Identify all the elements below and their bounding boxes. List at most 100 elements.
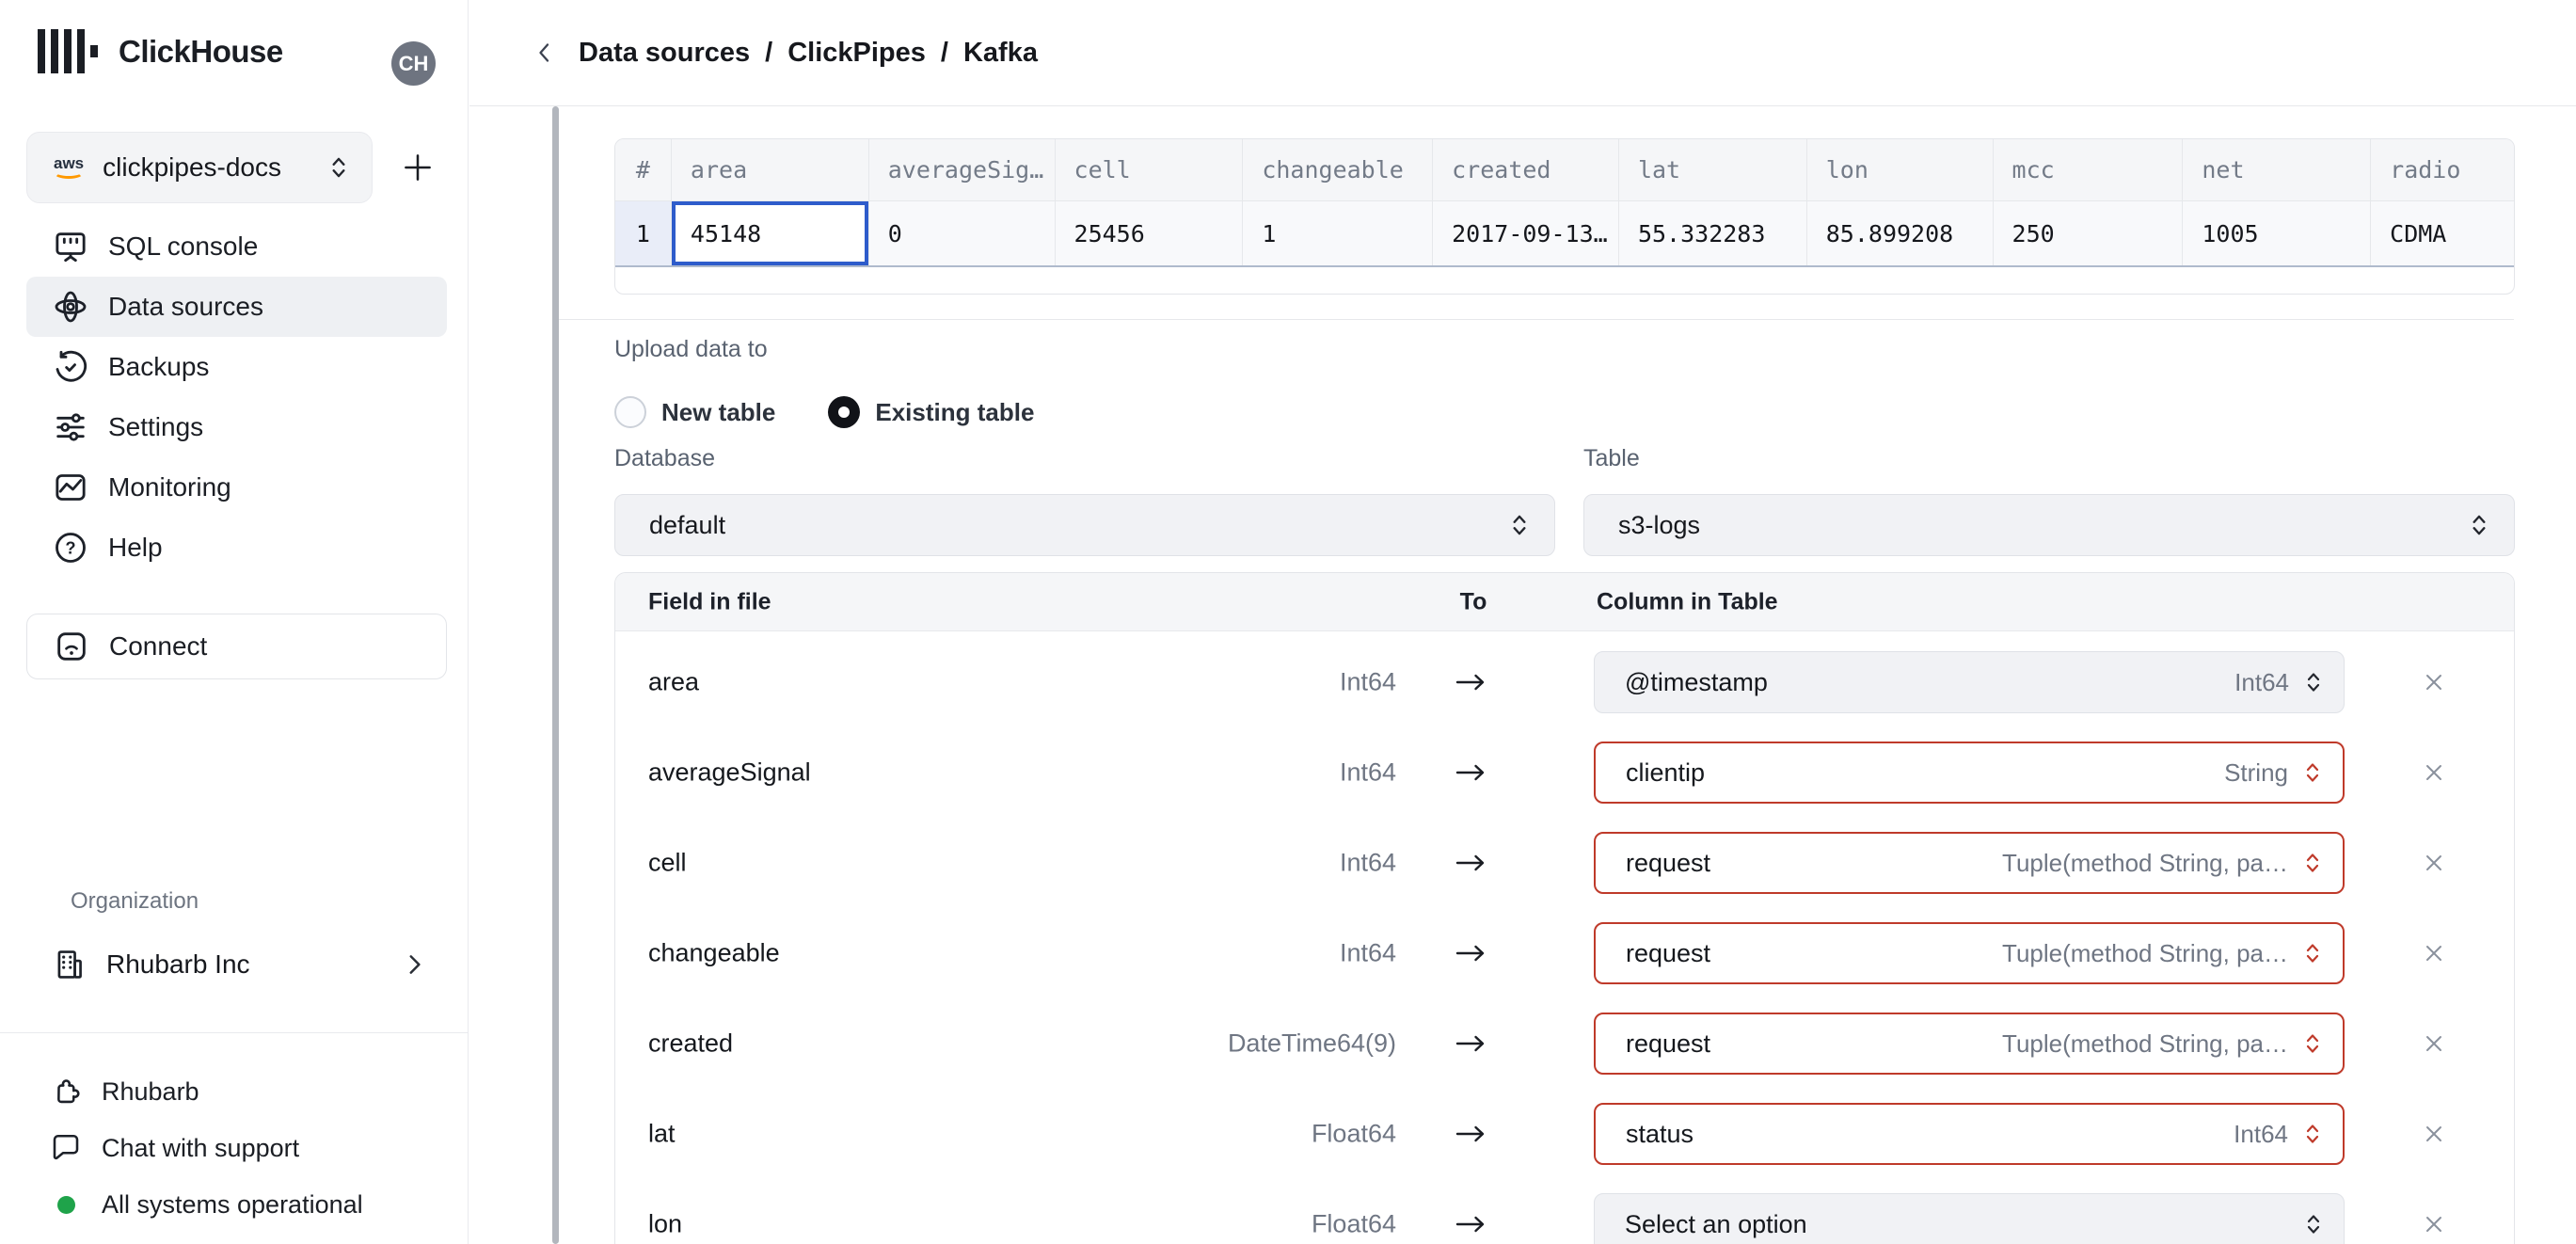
sidebar-item-sql-console[interactable]: SQL console — [26, 216, 447, 277]
chevron-updown-icon — [2304, 1211, 2323, 1237]
brand-name: ClickHouse — [119, 33, 283, 69]
sidebar-item-monitoring[interactable]: Monitoring — [26, 457, 447, 518]
back-button[interactable] — [524, 32, 565, 73]
remove-mapping-button[interactable] — [2410, 943, 2457, 964]
user-avatar[interactable]: CH — [391, 41, 436, 86]
chevron-right-icon — [409, 955, 421, 974]
arrow-right-icon — [1441, 1212, 1502, 1236]
svg-text:?: ? — [65, 538, 75, 558]
field-name: changeable — [648, 938, 780, 967]
mapping-row: cell Int64 request Tuple(method String, pa… — [615, 818, 2514, 908]
sidebar-item-integrations[interactable]: Rhubarb — [26, 1063, 447, 1120]
column-select[interactable]: request Tuple(method String, pa… — [1594, 922, 2345, 984]
remove-mapping-button[interactable] — [2410, 1214, 2457, 1235]
monitor-icon — [56, 232, 86, 263]
mapping-header-to: To — [1459, 588, 1487, 614]
upload-data-heading: Upload data to — [614, 336, 768, 362]
arrow-right-icon — [1441, 851, 1502, 875]
field-type: Float64 — [1311, 1119, 1396, 1148]
preview-cell[interactable]: 25456 — [1055, 201, 1244, 265]
column-select[interactable]: request Tuple(method String, pa… — [1594, 832, 2345, 894]
connect-label: Connect — [109, 631, 208, 661]
organization-selector[interactable]: Rhubarb Inc — [26, 934, 447, 995]
column-select[interactable]: @timestamp Int64 — [1594, 651, 2345, 713]
column-type: Tuple(method String, pa… — [2002, 848, 2288, 877]
chevron-updown-icon — [2303, 850, 2322, 876]
sidebar-item-system-status[interactable]: All systems operational — [26, 1176, 447, 1233]
sidebar-item-label: SQL console — [108, 231, 259, 261]
column-type: Int64 — [2234, 1119, 2288, 1148]
remove-mapping-button[interactable] — [2410, 1033, 2457, 1054]
preview-data-row: 1 45148 0 25456 1 2017-09-13… 55.332283 … — [615, 201, 2514, 267]
clickhouse-logo-icon — [38, 29, 98, 73]
intro-text-clipped: piece of information such as date, amoun… — [614, 106, 1545, 107]
chevron-updown-icon — [2303, 1030, 2322, 1057]
help-icon: ? — [56, 533, 86, 563]
organization-name: Rhubarb Inc — [106, 949, 250, 979]
add-service-button[interactable] — [397, 147, 438, 188]
preview-cell[interactable]: 1005 — [2183, 201, 2372, 265]
chat-bubble-icon — [49, 1131, 83, 1165]
column-select[interactable]: status Int64 — [1594, 1103, 2345, 1165]
column-select[interactable]: request Tuple(method String, pa… — [1594, 1013, 2345, 1075]
column-value: @timestamp — [1625, 667, 1768, 696]
radio-existing-table-label[interactable]: Existing table — [875, 398, 1034, 427]
preview-cell[interactable]: 250 — [1993, 201, 2184, 265]
preview-col-header: cell — [1055, 139, 1244, 201]
mapping-header-field: Field in file — [648, 588, 771, 614]
integrations-label: Rhubarb — [102, 1077, 199, 1106]
aws-icon: aws — [54, 155, 84, 179]
preview-cell[interactable]: 2017-09-13… — [1433, 201, 1619, 265]
radio-existing-table[interactable] — [828, 396, 861, 428]
preview-cell-selected[interactable]: 45148 — [671, 201, 869, 265]
preview-cell[interactable]: 1 — [1243, 201, 1434, 265]
preview-cell[interactable]: 0 — [868, 201, 1056, 265]
remove-mapping-button[interactable] — [2410, 762, 2457, 783]
preview-col-header: area — [671, 139, 869, 201]
main-area: Data sources / ClickPipes / Kafka piece … — [469, 0, 2576, 1244]
building-icon — [57, 950, 82, 979]
preview-cell[interactable]: 85.899208 — [1806, 201, 1994, 265]
organization-heading: Organization — [71, 888, 199, 914]
breadcrumb-clickpipes[interactable]: ClickPipes — [787, 38, 926, 69]
preview-cell[interactable]: CDMA — [2371, 201, 2514, 265]
content-scrollbar[interactable] — [552, 106, 559, 1244]
sidebar-item-backups[interactable]: Backups — [26, 337, 447, 397]
status-dot-icon — [49, 1188, 83, 1221]
remove-mapping-button[interactable] — [2410, 853, 2457, 873]
column-select[interactable]: clientip String — [1594, 742, 2345, 804]
arrow-right-icon — [1441, 941, 1502, 965]
chevron-updown-icon — [332, 157, 345, 178]
sidebar-nav: SQL console Data sources Backups Setting… — [26, 216, 447, 578]
remove-mapping-button[interactable] — [2410, 1124, 2457, 1144]
radio-new-table[interactable] — [614, 396, 646, 428]
table-select[interactable]: s3-logs — [1583, 494, 2515, 556]
preview-col-header: lon — [1806, 139, 1994, 201]
column-type: Tuple(method String, pa… — [2002, 938, 2288, 967]
sidebar-item-help[interactable]: ? Help — [26, 518, 447, 578]
mapping-header-column: Column in Table — [1597, 588, 1778, 614]
service-selector[interactable]: aws clickpipes-docs — [26, 132, 373, 203]
page-body: piece of information such as date, amoun… — [469, 106, 2576, 1244]
column-select[interactable]: Select an option — [1594, 1193, 2345, 1244]
breadcrumb-separator: / — [940, 37, 948, 68]
sidebar: ClickHouse CH aws clickpipes-docs SQL co… — [0, 0, 469, 1244]
breadcrumb-separator: / — [765, 37, 773, 68]
field-type: DateTime64(9) — [1227, 1029, 1396, 1058]
table-mode-radio-group: New table Existing table — [614, 395, 1034, 429]
database-select[interactable]: default — [614, 494, 1555, 556]
breadcrumb: Data sources / ClickPipes / Kafka — [579, 38, 1038, 69]
field-type: Int64 — [1339, 758, 1396, 787]
preview-cell[interactable]: 55.332283 — [1618, 201, 1807, 265]
radio-new-table-label[interactable]: New table — [661, 398, 775, 427]
sidebar-item-chat-support[interactable]: Chat with support — [26, 1120, 447, 1176]
preview-col-header: # — [615, 139, 672, 201]
sidebar-item-data-sources[interactable]: Data sources — [26, 277, 447, 337]
plus-icon — [405, 154, 431, 181]
breadcrumb-kafka: Kafka — [962, 37, 1038, 68]
connect-button[interactable]: Connect — [26, 614, 447, 679]
sidebar-item-settings[interactable]: Settings — [26, 397, 447, 457]
breadcrumb-data-sources[interactable]: Data sources — [579, 38, 750, 69]
preview-col-header: lat — [1618, 139, 1807, 201]
remove-mapping-button[interactable] — [2410, 672, 2457, 693]
